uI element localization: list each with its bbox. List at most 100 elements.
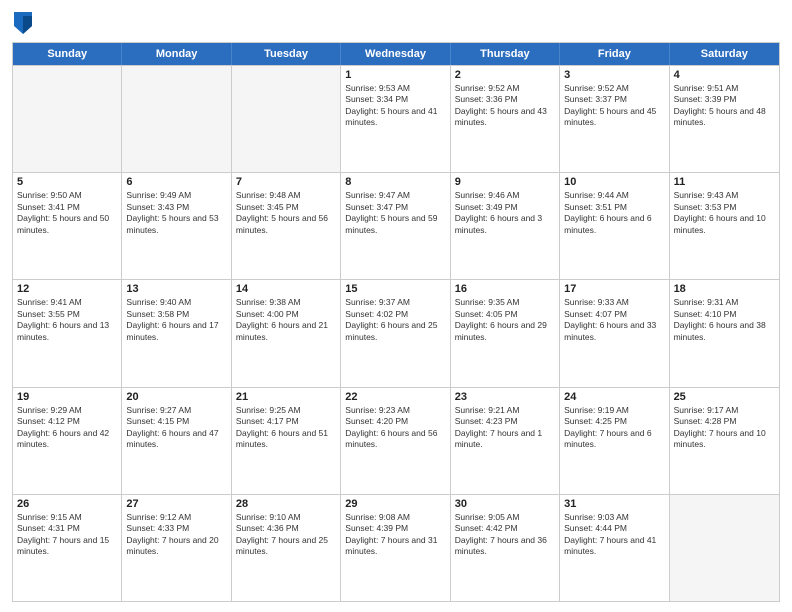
day-cell-2: 2 Sunrise: 9:52 AM Sunset: 3:36 PM Daylig…: [451, 66, 560, 172]
day-number: 31: [564, 498, 664, 510]
day-number: 2: [455, 69, 555, 81]
calendar-header: SundayMondayTuesdayWednesdayThursdayFrid…: [13, 43, 779, 65]
day-cell-9: 9Sunrise: 9:46 AM Sunset: 3:49 PM Daylig…: [451, 173, 560, 279]
day-info: Sunrise: 9:31 AM Sunset: 4:10 PM Dayligh…: [674, 297, 775, 343]
day-info: Sunrise: 9:17 AM Sunset: 4:28 PM Dayligh…: [674, 405, 775, 451]
day-info: Sunrise: 9:25 AM Sunset: 4:17 PM Dayligh…: [236, 405, 336, 451]
calendar-body: 1 Sunrise: 9:53 AM Sunset: 3:34 PM Daylig…: [13, 65, 779, 601]
day-cell-3: 3 Sunrise: 9:52 AM Sunset: 3:37 PM Daylig…: [560, 66, 669, 172]
page: SundayMondayTuesdayWednesdayThursdayFrid…: [0, 0, 792, 612]
header-day-wednesday: Wednesday: [341, 43, 450, 65]
day-info: Sunrise: 9:12 AM Sunset: 4:33 PM Dayligh…: [126, 512, 226, 558]
week-row-4: 19Sunrise: 9:29 AM Sunset: 4:12 PM Dayli…: [13, 387, 779, 494]
week-row-1: 1 Sunrise: 9:53 AM Sunset: 3:34 PM Daylig…: [13, 65, 779, 172]
day-info: Sunrise: 9:38 AM Sunset: 4:00 PM Dayligh…: [236, 297, 336, 343]
header-day-monday: Monday: [122, 43, 231, 65]
day-cell-30: 30Sunrise: 9:05 AM Sunset: 4:42 PM Dayli…: [451, 495, 560, 601]
day-number: 26: [17, 498, 117, 510]
day-number: 8: [345, 176, 445, 188]
day-info: Sunrise: 9:21 AM Sunset: 4:23 PM Dayligh…: [455, 405, 555, 451]
header-day-tuesday: Tuesday: [232, 43, 341, 65]
header-day-thursday: Thursday: [451, 43, 560, 65]
day-cell-13: 13Sunrise: 9:40 AM Sunset: 3:58 PM Dayli…: [122, 280, 231, 386]
day-number: 18: [674, 283, 775, 295]
day-cell-1: 1 Sunrise: 9:53 AM Sunset: 3:34 PM Daylig…: [341, 66, 450, 172]
day-number: 19: [17, 391, 117, 403]
day-cell-14: 14 Sunrise: 9:38 AM Sunset: 4:00 PM Dayli…: [232, 280, 341, 386]
day-info: Sunrise: 9:49 AM Sunset: 3:43 PM Dayligh…: [126, 190, 226, 236]
day-info: Sunrise: 9:50 AM Sunset: 3:41 PM Dayligh…: [17, 190, 117, 236]
day-number: 25: [674, 391, 775, 403]
day-info: Sunrise: 9:48 AM Sunset: 3:45 PM Dayligh…: [236, 190, 336, 236]
day-info: Sunrise: 9:51 AM Sunset: 3:39 PM Dayligh…: [674, 83, 775, 129]
day-cell-17: 17Sunrise: 9:33 AM Sunset: 4:07 PM Dayli…: [560, 280, 669, 386]
day-info: Sunrise: 9:35 AM Sunset: 4:05 PM Dayligh…: [455, 297, 555, 343]
header-day-sunday: Sunday: [13, 43, 122, 65]
day-cell-21: 21 Sunrise: 9:25 AM Sunset: 4:17 PM Dayli…: [232, 388, 341, 494]
day-info: Sunrise: 9:47 AM Sunset: 3:47 PM Dayligh…: [345, 190, 445, 236]
day-number: 23: [455, 391, 555, 403]
day-info: Sunrise: 9:52 AM Sunset: 3:36 PM Dayligh…: [455, 83, 555, 129]
day-cell-29: 29 Sunrise: 9:08 AM Sunset: 4:39 PM Dayli…: [341, 495, 450, 601]
day-info: Sunrise: 9:19 AM Sunset: 4:25 PM Dayligh…: [564, 405, 664, 451]
day-number: 27: [126, 498, 226, 510]
week-row-2: 5 Sunrise: 9:50 AM Sunset: 3:41 PM Daylig…: [13, 172, 779, 279]
day-info: Sunrise: 9:05 AM Sunset: 4:42 PM Dayligh…: [455, 512, 555, 558]
header: [12, 10, 780, 34]
header-day-saturday: Saturday: [670, 43, 779, 65]
day-info: Sunrise: 9:44 AM Sunset: 3:51 PM Dayligh…: [564, 190, 664, 236]
day-number: 6: [126, 176, 226, 188]
day-number: 1: [345, 69, 445, 81]
day-info: Sunrise: 9:43 AM Sunset: 3:53 PM Dayligh…: [674, 190, 775, 236]
day-info: Sunrise: 9:41 AM Sunset: 3:55 PM Dayligh…: [17, 297, 117, 343]
day-number: 3: [564, 69, 664, 81]
day-cell-12: 12Sunrise: 9:41 AM Sunset: 3:55 PM Dayli…: [13, 280, 122, 386]
day-info: Sunrise: 9:33 AM Sunset: 4:07 PM Dayligh…: [564, 297, 664, 343]
day-number: 22: [345, 391, 445, 403]
day-number: 7: [236, 176, 336, 188]
day-number: 29: [345, 498, 445, 510]
empty-cell: [13, 66, 122, 172]
day-number: 4: [674, 69, 775, 81]
week-row-5: 26 Sunrise: 9:15 AM Sunset: 4:31 PM Dayli…: [13, 494, 779, 601]
empty-cell: [122, 66, 231, 172]
day-cell-11: 11Sunrise: 9:43 AM Sunset: 3:53 PM Dayli…: [670, 173, 779, 279]
day-info: Sunrise: 9:52 AM Sunset: 3:37 PM Dayligh…: [564, 83, 664, 129]
day-cell-6: 6 Sunrise: 9:49 AM Sunset: 3:43 PM Daylig…: [122, 173, 231, 279]
day-cell-18: 18 Sunrise: 9:31 AM Sunset: 4:10 PM Dayli…: [670, 280, 779, 386]
day-number: 13: [126, 283, 226, 295]
day-cell-23: 23 Sunrise: 9:21 AM Sunset: 4:23 PM Dayli…: [451, 388, 560, 494]
day-cell-26: 26 Sunrise: 9:15 AM Sunset: 4:31 PM Dayli…: [13, 495, 122, 601]
day-number: 14: [236, 283, 336, 295]
day-info: Sunrise: 9:53 AM Sunset: 3:34 PM Dayligh…: [345, 83, 445, 129]
day-cell-22: 22Sunrise: 9:23 AM Sunset: 4:20 PM Dayli…: [341, 388, 450, 494]
day-cell-20: 20Sunrise: 9:27 AM Sunset: 4:15 PM Dayli…: [122, 388, 231, 494]
day-cell-15: 15 Sunrise: 9:37 AM Sunset: 4:02 PM Dayli…: [341, 280, 450, 386]
logo-icon: [14, 12, 32, 34]
day-cell-4: 4 Sunrise: 9:51 AM Sunset: 3:39 PM Daylig…: [670, 66, 779, 172]
header-day-friday: Friday: [560, 43, 669, 65]
day-cell-8: 8 Sunrise: 9:47 AM Sunset: 3:47 PM Daylig…: [341, 173, 450, 279]
day-number: 21: [236, 391, 336, 403]
day-cell-16: 16 Sunrise: 9:35 AM Sunset: 4:05 PM Dayli…: [451, 280, 560, 386]
empty-cell: [670, 495, 779, 601]
day-number: 10: [564, 176, 664, 188]
day-info: Sunrise: 9:15 AM Sunset: 4:31 PM Dayligh…: [17, 512, 117, 558]
day-cell-24: 24Sunrise: 9:19 AM Sunset: 4:25 PM Dayli…: [560, 388, 669, 494]
logo: [12, 14, 32, 34]
day-cell-27: 27 Sunrise: 9:12 AM Sunset: 4:33 PM Dayli…: [122, 495, 231, 601]
day-info: Sunrise: 9:10 AM Sunset: 4:36 PM Dayligh…: [236, 512, 336, 558]
day-number: 5: [17, 176, 117, 188]
day-cell-7: 7 Sunrise: 9:48 AM Sunset: 3:45 PM Daylig…: [232, 173, 341, 279]
day-info: Sunrise: 9:37 AM Sunset: 4:02 PM Dayligh…: [345, 297, 445, 343]
day-number: 28: [236, 498, 336, 510]
empty-cell: [232, 66, 341, 172]
day-info: Sunrise: 9:03 AM Sunset: 4:44 PM Dayligh…: [564, 512, 664, 558]
day-number: 20: [126, 391, 226, 403]
day-cell-25: 25 Sunrise: 9:17 AM Sunset: 4:28 PM Dayli…: [670, 388, 779, 494]
day-info: Sunrise: 9:08 AM Sunset: 4:39 PM Dayligh…: [345, 512, 445, 558]
day-number: 16: [455, 283, 555, 295]
day-number: 15: [345, 283, 445, 295]
week-row-3: 12Sunrise: 9:41 AM Sunset: 3:55 PM Dayli…: [13, 279, 779, 386]
day-cell-10: 10 Sunrise: 9:44 AM Sunset: 3:51 PM Dayli…: [560, 173, 669, 279]
